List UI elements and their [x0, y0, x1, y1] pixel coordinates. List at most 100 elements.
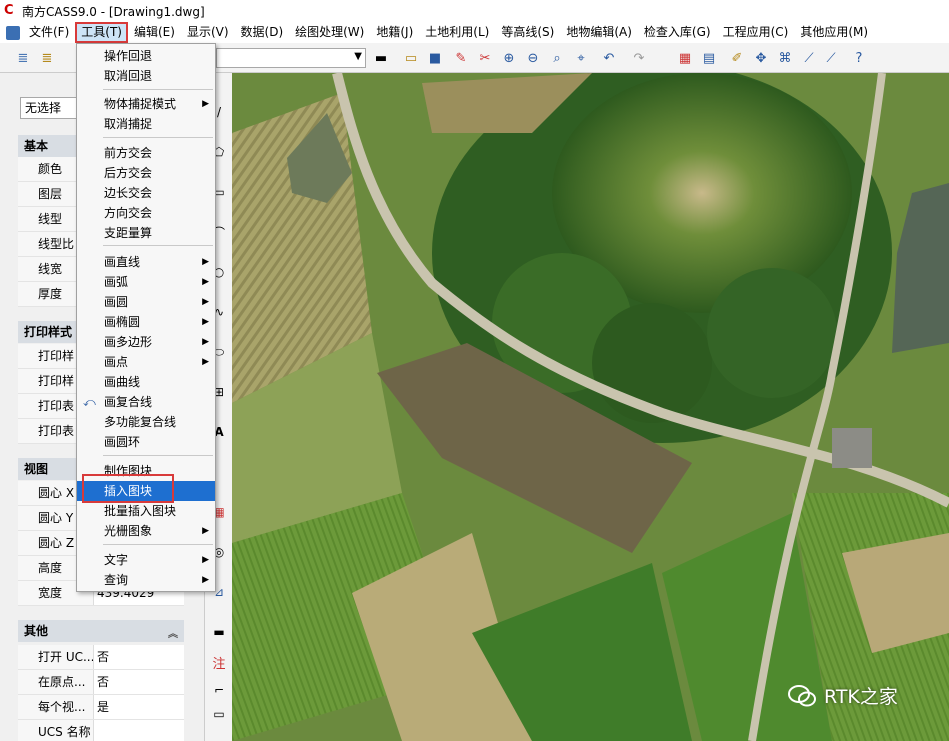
- menu-batch-insert-block[interactable]: 批量插入图块: [77, 501, 215, 521]
- menu-redo[interactable]: 取消回退: [77, 66, 215, 86]
- prop-row[interactable]: UCS 名称: [18, 720, 184, 741]
- menu-osnap-mode[interactable]: 物体捕捉模式 ▶: [77, 94, 215, 114]
- prop-row[interactable]: 在原点... 否: [18, 670, 184, 695]
- menu-feature-edit[interactable]: 地物编辑(A): [560, 22, 638, 43]
- prop-key: 高度: [38, 561, 63, 575]
- menu-draw-point[interactable]: 画点 ▶: [77, 352, 215, 372]
- menu-cadastre[interactable]: 地籍(J): [370, 22, 419, 43]
- menu-edit[interactable]: 编辑(E): [128, 22, 181, 43]
- menu-label: 文字: [104, 553, 129, 567]
- menu-landuse[interactable]: 土地利用(L): [419, 22, 495, 43]
- menu-draw-line[interactable]: 画直线 ▶: [77, 252, 215, 272]
- frame-icon[interactable]: ▭: [210, 705, 228, 723]
- menu-forward-intersection[interactable]: 前方交会: [77, 143, 215, 163]
- annotate-icon[interactable]: 注: [210, 653, 228, 672]
- menu-query[interactable]: 查询 ▶: [77, 570, 215, 590]
- section-title: 其他: [24, 624, 49, 638]
- prop-key: 宽度: [38, 586, 63, 600]
- menu-label: 画圆环: [104, 435, 141, 449]
- menu-data[interactable]: 数据(D): [235, 22, 290, 43]
- pencil-icon[interactable]: ✎: [452, 49, 470, 67]
- zoom-in-icon[interactable]: ⊕: [500, 49, 518, 67]
- menu-other[interactable]: 其他应用(M): [794, 22, 874, 43]
- menu-draw-circle[interactable]: 画圆 ▶: [77, 292, 215, 312]
- menu-label: 操作回退: [104, 49, 153, 63]
- move-icon[interactable]: ✥: [752, 49, 770, 67]
- polyline-icon[interactable]: ⟋: [800, 49, 818, 67]
- open-icon[interactable]: ▭: [402, 49, 420, 67]
- document-icon[interactable]: [6, 25, 20, 40]
- prop-value[interactable]: 否: [93, 670, 184, 694]
- menu-offset-measure[interactable]: 支距量算: [77, 223, 215, 243]
- menu-raster-image[interactable]: 光栅图象 ▶: [77, 521, 215, 541]
- layers-icon[interactable]: ≣: [14, 49, 32, 67]
- tools-menu: 操作回退 取消回退 物体捕捉模式 ▶ 取消捕捉 前方交会 后方交会 边长交会 方向…: [76, 43, 216, 592]
- collapse-icon[interactable]: ︽: [168, 624, 178, 646]
- menu-draw-polygon[interactable]: 画多边形 ▶: [77, 332, 215, 352]
- submenu-arrow-icon: ▶: [202, 297, 209, 307]
- layer-state-icon[interactable]: ≣: [38, 49, 56, 67]
- properties-icon[interactable]: ▦: [676, 49, 694, 67]
- undo-icon[interactable]: ↶: [600, 49, 618, 67]
- corner-icon[interactable]: ⌐: [210, 681, 228, 699]
- table-icon[interactable]: ▤: [700, 49, 718, 67]
- zoom-out-icon[interactable]: ⊖: [524, 49, 542, 67]
- menu-display[interactable]: 显示(V): [181, 22, 235, 43]
- menu-undo[interactable]: 操作回退: [77, 46, 215, 66]
- prop-value[interactable]: 是: [93, 695, 184, 719]
- help-icon[interactable]: ?: [850, 49, 868, 67]
- menu-multi-polyline[interactable]: 多功能复合线: [77, 412, 215, 432]
- menu-label: 支距量算: [104, 226, 153, 240]
- menu-drawing[interactable]: 绘图处理(W): [289, 22, 370, 43]
- prop-key: 线型: [38, 212, 63, 226]
- redo-icon[interactable]: ↷: [630, 49, 648, 67]
- menu-draw-ellipse[interactable]: 画椭圆 ▶: [77, 312, 215, 332]
- section-other[interactable]: 其他 ︽: [18, 620, 184, 642]
- prop-key: 每个视...: [38, 700, 86, 714]
- menu-cancel-snap[interactable]: 取消捕捉: [77, 114, 215, 134]
- menu-text[interactable]: 文字 ▶: [77, 550, 215, 570]
- menu-contour[interactable]: 等高线(S): [495, 22, 560, 43]
- snap-icon[interactable]: ⌘: [776, 49, 794, 67]
- menu-engineering[interactable]: 工程应用(C): [717, 22, 795, 43]
- save-icon[interactable]: ■: [426, 49, 444, 67]
- menu-tools[interactable]: 工具(T): [75, 22, 128, 43]
- menu-label: 边长交会: [104, 186, 153, 200]
- menu-direction-intersection[interactable]: 方向交会: [77, 203, 215, 223]
- menu-draw-arc[interactable]: 画弧 ▶: [77, 272, 215, 292]
- prop-key: 线型比: [38, 237, 75, 251]
- menu-label: 光栅图象: [104, 524, 153, 538]
- menu-label: 画点: [104, 355, 129, 369]
- prop-key: 打开 UC...: [38, 650, 95, 664]
- menu-separator: [103, 245, 213, 246]
- menu-label: 画复合线: [104, 395, 153, 409]
- menu-label: 查询: [104, 573, 129, 587]
- menu-draw-donut[interactable]: 画圆环: [77, 432, 215, 452]
- menu-label: 前方交会: [104, 146, 153, 160]
- menu-label: 取消捕捉: [104, 117, 153, 131]
- watermark-text: RTK之家: [824, 686, 898, 708]
- prop-row[interactable]: 每个视... 是: [18, 695, 184, 720]
- menu-draw-polyline[interactable]: ⤺ 画复合线: [77, 392, 215, 412]
- watermark: RTK之家: [788, 682, 898, 709]
- chevron-down-icon: ▼: [354, 51, 362, 62]
- prop-value[interactable]: [93, 720, 184, 741]
- zoom-window-icon[interactable]: ⌕: [548, 49, 566, 67]
- menu-file[interactable]: 文件(F): [23, 22, 75, 43]
- brush-icon[interactable]: ✐: [728, 49, 746, 67]
- linetype-icon[interactable]: ▬: [372, 49, 390, 67]
- erase-icon[interactable]: ✂: [476, 49, 494, 67]
- menu-distance-intersection[interactable]: 边长交会: [77, 183, 215, 203]
- layer-combo[interactable]: ▼: [216, 48, 366, 68]
- menu-resection[interactable]: 后方交会: [77, 163, 215, 183]
- menu-draw-curve[interactable]: 画曲线: [77, 372, 215, 392]
- zoom-extents-icon[interactable]: ⌖: [572, 49, 590, 67]
- prop-row[interactable]: 打开 UC... 否: [18, 645, 184, 670]
- prop-key: 圆心 Y: [38, 511, 74, 525]
- submenu-arrow-icon: ▶: [202, 99, 209, 109]
- drawing-canvas[interactable]: [232, 73, 949, 741]
- offset-line-icon[interactable]: ⟋: [822, 49, 840, 67]
- prop-value[interactable]: 否: [93, 645, 184, 669]
- ruler-icon[interactable]: ▬: [210, 623, 228, 641]
- menu-check[interactable]: 检查入库(G): [638, 22, 717, 43]
